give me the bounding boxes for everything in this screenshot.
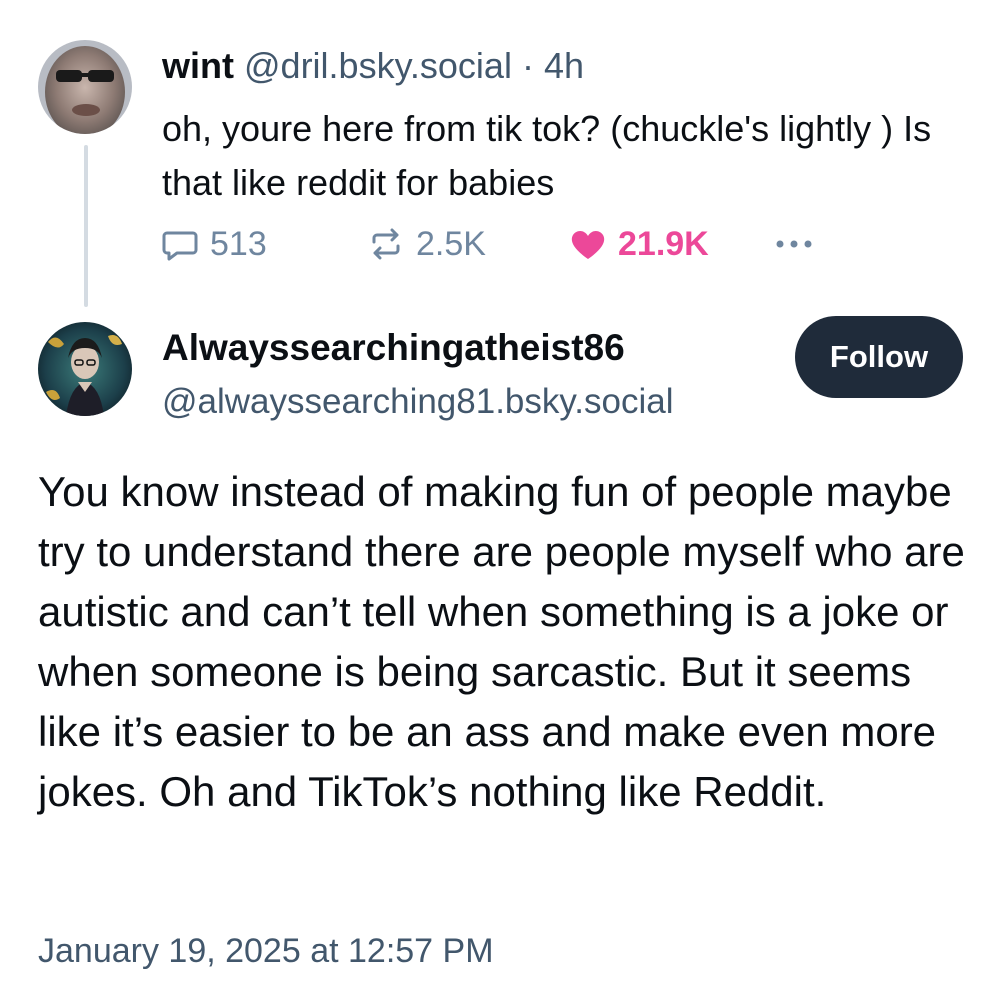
parent-post-age[interactable]: 4h <box>544 45 584 86</box>
meta-separator: · <box>511 45 544 86</box>
parent-post-header: wint @dril.bsky.social · 4h <box>162 40 584 92</box>
reply-button[interactable]: 513 <box>160 216 267 272</box>
repost-button[interactable]: 2.5K <box>366 216 486 272</box>
heart-icon <box>571 231 605 259</box>
wint-avatar[interactable] <box>38 40 132 134</box>
reply-display-name[interactable]: Alwayssearchingatheist86 <box>162 322 625 374</box>
parent-post-text: oh, youre here from tik tok? (chuckle's … <box>162 108 932 203</box>
parent-handle[interactable]: @dril.bsky.social <box>244 45 512 86</box>
like-button[interactable]: 21.9K <box>568 216 709 272</box>
alwayssearching-avatar[interactable] <box>38 322 132 416</box>
post-timestamp: January 19, 2025 at 12:57 PM <box>38 932 494 970</box>
more-options-button[interactable] <box>772 216 826 272</box>
thread-connector-line <box>84 145 88 307</box>
avatar-photo-icon <box>38 40 132 134</box>
like-count: 21.9K <box>618 224 709 263</box>
repost-count: 2.5K <box>416 224 486 263</box>
reply-bubble-icon <box>162 231 198 261</box>
avatar-photo-icon <box>38 322 132 416</box>
reply-post-text: You know instead of making fun of people… <box>38 468 965 815</box>
repost-arrows-icon <box>372 228 400 260</box>
more-dots-icon <box>776 240 812 248</box>
parent-display-name[interactable]: wint <box>162 45 234 86</box>
follow-button[interactable]: Follow <box>795 316 963 398</box>
parent-post-actions: 513 2.5K 21.9K <box>160 216 860 272</box>
reply-handle[interactable]: @alwayssearching81.bsky.social <box>162 378 674 426</box>
reply-count: 513 <box>210 224 267 263</box>
